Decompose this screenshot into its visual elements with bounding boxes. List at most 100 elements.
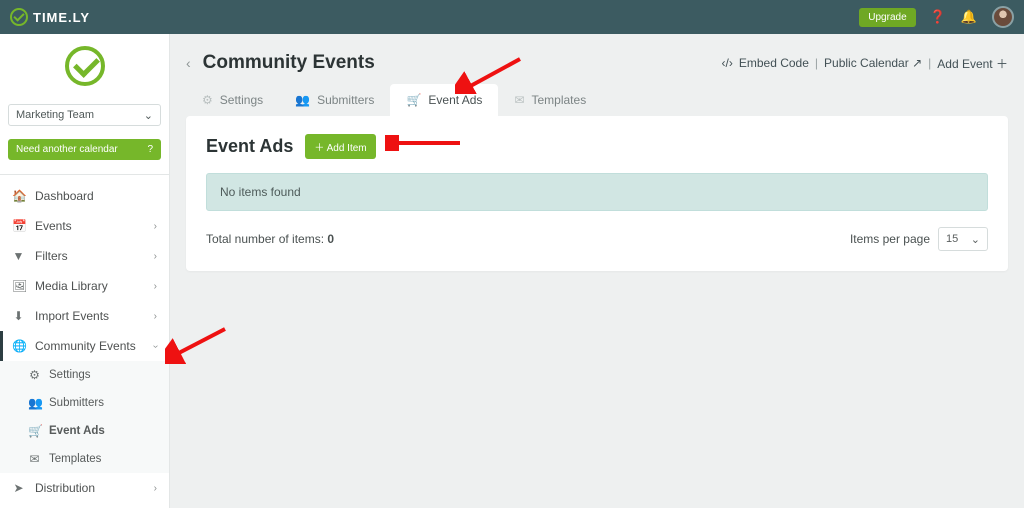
cart-icon: 🛒 <box>28 424 41 438</box>
avatar[interactable] <box>992 6 1014 28</box>
checkmark-circle-big-icon <box>65 46 105 86</box>
nav-label: Distribution <box>35 481 95 495</box>
home-icon: 🏠 <box>12 189 25 203</box>
embed-code-link[interactable]: Embed Code <box>739 56 809 70</box>
subnav-label: Settings <box>49 369 91 381</box>
code-icon: ‹/› <box>722 56 733 70</box>
chevron-right-icon: › <box>154 483 157 494</box>
plus-icon: ＋ <box>996 57 1008 71</box>
help-icon[interactable]: ❓ <box>930 9 946 25</box>
envelope-icon: ✉ <box>514 93 524 107</box>
nav-label: Import Events <box>35 309 109 323</box>
filter-icon: ▼ <box>12 249 25 263</box>
community-events-subnav: ⚙ Settings 👥 Submitters 🛒 Event Ads ✉ Te… <box>0 361 169 473</box>
tabs: ⚙ Settings 👥 Submitters 🛒 Event Ads ✉ Te… <box>186 84 1008 116</box>
subnav-label: Event Ads <box>49 425 105 437</box>
nav-label: Events <box>35 219 72 233</box>
separator: | <box>815 56 818 70</box>
nav-media-library[interactable]: 🖼 Media Library › <box>0 271 169 301</box>
subnav-label: Submitters <box>49 397 104 409</box>
card-title: Event Ads <box>206 136 293 157</box>
tab-settings[interactable]: ⚙ Settings <box>186 84 279 116</box>
checkmark-circle-icon <box>10 8 28 26</box>
notifications-icon[interactable]: 🔔 <box>961 9 977 25</box>
empty-state-alert: No items found <box>206 173 988 211</box>
nav-label: Filters <box>35 249 68 263</box>
nav-filters[interactable]: ▼ Filters › <box>0 241 169 271</box>
main-content: ‹ Community Events ‹/› Embed Code | Publ… <box>170 34 1024 508</box>
brand-text: TIME.LY <box>33 10 90 25</box>
nav-import-events[interactable]: ⬇ Import Events › <box>0 301 169 331</box>
download-icon: ⬇ <box>12 309 25 323</box>
table-footer: Total number of items: 0 Items per page … <box>206 227 988 251</box>
tab-label: Templates <box>532 93 587 107</box>
items-per-page-select[interactable]: 15 ⌄ <box>938 227 988 251</box>
total-items-value: 0 <box>327 232 334 246</box>
tab-submitters[interactable]: 👥 Submitters <box>279 84 390 116</box>
nav-label: Media Library <box>35 279 108 293</box>
header-actions: ‹/› Embed Code | Public Calendar ↗ | Add… <box>722 55 1008 72</box>
gear-icon: ⚙ <box>28 368 41 382</box>
topbar: TIME.LY Upgrade ❓ 🔔 <box>0 0 1024 34</box>
nav-events[interactable]: 📅 Events › <box>0 211 169 241</box>
back-button[interactable]: ‹ <box>186 55 191 71</box>
calendar-icon: 📅 <box>12 219 25 233</box>
upgrade-button[interactable]: Upgrade <box>859 8 915 27</box>
nav-label: Dashboard <box>35 189 94 203</box>
divider <box>0 174 169 175</box>
users-icon: 👥 <box>28 396 41 410</box>
chevron-right-icon: › <box>154 251 157 262</box>
team-selector[interactable]: Marketing Team ⌄ <box>8 104 161 126</box>
tab-label: Event Ads <box>428 93 482 107</box>
subnav-event-ads[interactable]: 🛒 Event Ads <box>0 417 169 445</box>
add-item-button[interactable]: ＋ Add Item <box>305 134 375 159</box>
chevron-right-icon: › <box>154 281 157 292</box>
cart-icon: 🛒 <box>406 93 421 107</box>
add-event-link[interactable]: Add Event ＋ <box>937 55 1008 72</box>
image-icon: 🖼 <box>12 279 25 293</box>
total-items-label: Total number of items: 0 <box>206 232 334 246</box>
nav-distribution[interactable]: ➤ Distribution › <box>0 473 169 503</box>
envelope-icon: ✉ <box>28 452 41 466</box>
question-circle-icon: ? <box>147 144 153 155</box>
chevron-down-icon: ⌄ <box>144 109 153 122</box>
users-icon: 👥 <box>295 93 310 107</box>
brand-logo[interactable]: TIME.LY <box>10 8 90 26</box>
items-per-page-label: Items per page <box>850 232 930 246</box>
need-calendar-label: Need another calendar <box>16 144 118 155</box>
subnav-label: Templates <box>49 453 101 465</box>
nav-dashboard[interactable]: 🏠 Dashboard <box>0 181 169 211</box>
primary-nav: 🏠 Dashboard 📅 Events › ▼ Filters › 🖼 Med… <box>0 181 169 361</box>
page-header: ‹ Community Events ‹/› Embed Code | Publ… <box>186 52 1008 74</box>
annotation-arrow-icon <box>165 324 235 364</box>
sidebar: Marketing Team ⌄ Need another calendar ?… <box>0 34 170 508</box>
external-link-icon: ↗ <box>912 56 922 70</box>
chevron-right-icon: › <box>154 221 157 232</box>
subnav-templates[interactable]: ✉ Templates <box>0 445 169 473</box>
card-header: Event Ads ＋ Add Item <box>206 134 988 159</box>
team-selector-label: Marketing Team <box>16 109 94 121</box>
chevron-down-icon: ⌄ <box>971 233 980 246</box>
tab-label: Submitters <box>317 93 374 107</box>
tab-templates[interactable]: ✉ Templates <box>498 84 602 116</box>
need-calendar-button[interactable]: Need another calendar ? <box>8 139 161 160</box>
content-card: Event Ads ＋ Add Item No items found Tota… <box>186 116 1008 271</box>
items-per-page-value: 15 <box>946 233 958 245</box>
page-title: Community Events <box>203 52 375 74</box>
send-icon: ➤ <box>12 481 25 495</box>
public-calendar-link[interactable]: Public Calendar ↗ <box>824 56 922 70</box>
tab-label: Settings <box>220 93 263 107</box>
nav-label: Community Events <box>35 339 136 353</box>
separator: | <box>928 56 931 70</box>
subnav-submitters[interactable]: 👥 Submitters <box>0 389 169 417</box>
gear-icon: ⚙ <box>202 93 213 107</box>
primary-nav-bottom: ➤ Distribution › <box>0 473 169 503</box>
sidebar-logo <box>0 34 169 99</box>
globe-icon: 🌐 <box>12 339 25 353</box>
nav-community-events[interactable]: 🌐 Community Events › <box>0 331 169 361</box>
subnav-settings[interactable]: ⚙ Settings <box>0 361 169 389</box>
chevron-right-icon: › <box>154 311 157 322</box>
chevron-down-icon: › <box>150 344 161 347</box>
topbar-icons: ❓ 🔔 <box>930 6 1014 28</box>
tab-event-ads[interactable]: 🛒 Event Ads <box>390 84 498 116</box>
